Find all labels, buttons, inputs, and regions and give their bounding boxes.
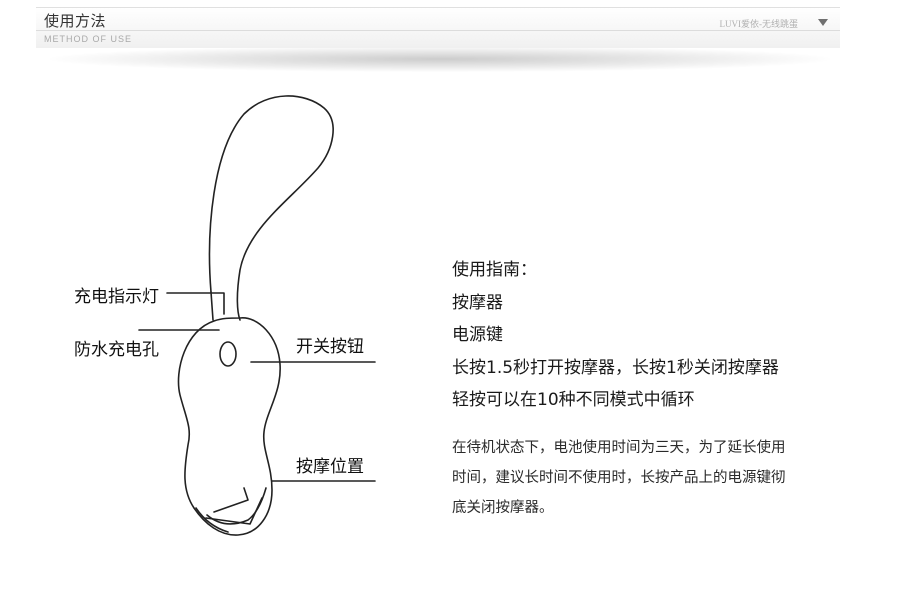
- guide-item: 轻按可以在10种不同模式中循环: [452, 390, 695, 411]
- guide-item: 长按1.5秒打开按摩器，长按1秒关闭按摩器: [452, 357, 779, 378]
- leader-charge-indicator: [166, 292, 225, 315]
- diagram-arm-outline: [208, 95, 334, 321]
- guide-item: 按摩器: [452, 292, 503, 313]
- diagram-neck-line: [210, 291, 214, 321]
- label-waterproof-port: 防水充电孔: [74, 340, 159, 360]
- page: 使用方法 METHOD OF USE LUVI爱依-无线跳蛋 充电指示灯 防水充…: [0, 0, 900, 589]
- power-button-outline: [219, 341, 237, 367]
- label-power-button: 开关按钮: [296, 337, 364, 357]
- note-line: 时间，建议长时间不使用时，长按产品上的电源键彻: [452, 470, 786, 486]
- note-line: 在待机状态下，电池使用时间为三天，为了延长使用: [452, 440, 786, 456]
- guide-heading: 使用指南：: [452, 260, 537, 280]
- label-massage-position: 按摩位置: [296, 457, 364, 477]
- note-line: 底关闭按摩器。: [452, 500, 554, 516]
- battery-note: 在待机状态下，电池使用时间为三天，为了延长使用 时间，建议长时间不使用时，长按产…: [452, 433, 832, 523]
- diagram-body-outline: [177, 317, 281, 536]
- usage-guide: 使用指南： 按摩器 电源键 长按1.5秒打开按摩器，长按1秒关闭按摩器 轻按可以…: [452, 254, 852, 417]
- diagram-tip-inner: [205, 487, 263, 525]
- guide-item: 电源键: [452, 325, 503, 346]
- label-charge-indicator: 充电指示灯: [74, 287, 159, 307]
- diagram-tip-outline: [195, 487, 267, 533]
